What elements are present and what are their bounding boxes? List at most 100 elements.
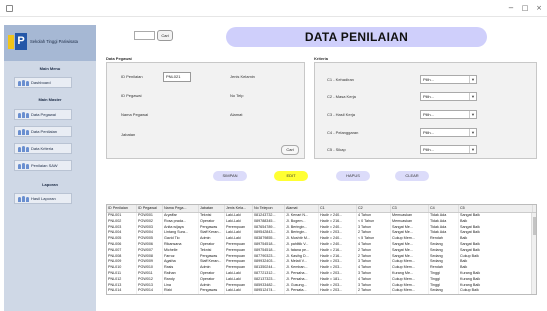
table-cell: Rizki	[163, 288, 199, 294]
search-input[interactable]	[134, 31, 155, 40]
c3-value: Pilih...	[423, 112, 434, 117]
sidebar-item-dashboard[interactable]: Dashboard	[14, 77, 72, 88]
table-cell: Jl. Persata...	[285, 288, 319, 294]
c4-select[interactable]: Pilih... ▼	[420, 128, 477, 137]
main-master-label: Main Master	[38, 97, 62, 102]
column-header[interactable]: Nama Pega...	[163, 205, 199, 212]
edit-button[interactable]: EDIT	[274, 171, 308, 181]
nama-pegawai-label: Nama Pegawai	[121, 112, 149, 117]
id-pegawai-label: ID Pegawai	[121, 93, 142, 98]
column-header[interactable]: C4	[429, 205, 459, 212]
c2-label: C2 - Masa Kerja	[327, 94, 356, 99]
sidebar-item-label: Data Pegawai	[31, 112, 56, 117]
no-telp-label: No Telp	[230, 93, 244, 98]
id-penilaian-field[interactable]: PNL021	[163, 72, 191, 82]
users-icon	[18, 79, 29, 86]
logo-icon	[8, 35, 14, 49]
users-icon	[18, 195, 29, 202]
sidebar-item-penilaian-saw[interactable]: Penilaian SAW	[14, 160, 72, 171]
minimize-button[interactable]: −	[505, 3, 517, 13]
main-content: Cari DATA PENILAIAN Data Pegawai ID Peni…	[100, 17, 547, 311]
cari-pegawai-button[interactable]: Cari	[281, 145, 299, 155]
table-cell: PGW014	[137, 288, 163, 294]
sidebar-item-label: Data Penilaian	[31, 129, 58, 134]
laporan-label: Laporan	[42, 182, 58, 187]
sidebar-item-label: Dashboard	[31, 80, 51, 85]
page-title: DATA PENILAIAN	[226, 27, 487, 47]
sidebar-item-data-pegawai[interactable]: Data Pegawai	[14, 109, 72, 120]
kriteria-panel: C1 - Kehadiran Pilih... ▼ C2 - Masa Kerj…	[314, 62, 537, 159]
c2-value: Pilih...	[423, 94, 434, 99]
table-cell: 2 Tahun	[357, 288, 391, 294]
main-menu-label: Main Menu	[39, 66, 61, 71]
chevron-down-icon: ▼	[469, 76, 476, 83]
column-header[interactable]: C3	[391, 205, 429, 212]
chevron-down-icon: ▼	[469, 146, 476, 153]
penilaian-table: ID Penilaian ID Pegawai Nama Pega... Jabata…	[106, 204, 537, 295]
table-body: PNL001 PGW001 Aryaffar Teknisi Laki-Laki 0812…	[107, 213, 536, 294]
column-header[interactable]: C1	[319, 205, 357, 212]
scrollbar-thumb[interactable]	[533, 217, 536, 235]
jenis-kelamin-label: Jenis Kelamin	[230, 74, 255, 79]
table-cell: Hadir = 203...	[319, 288, 357, 294]
table-row[interactable]: PNL014 PGW014 Rizki Pengawas Laki-Laki 089512…	[107, 288, 536, 294]
sidebar-item-label: Penilaian SAW	[31, 163, 58, 168]
chevron-down-icon: ▼	[469, 129, 476, 136]
column-header[interactable]: ID Penilaian	[107, 205, 137, 212]
column-header[interactable]: C2	[357, 205, 391, 212]
sidebar-header: P Sekolah Tinggi Pariwisata	[4, 25, 96, 61]
column-header[interactable]: Alamat	[285, 205, 319, 212]
sidebar-item-label: Data Kriteria	[31, 146, 54, 151]
column-header[interactable]: C5	[459, 205, 533, 212]
users-icon	[18, 145, 29, 152]
logo-p-icon: P	[15, 33, 27, 50]
table-cell: Pengawas	[199, 288, 225, 294]
table-cell: Sedang	[429, 288, 459, 294]
sidebar-item-data-penilaian[interactable]: Data Penilaian	[14, 126, 72, 137]
table-cell: Cukup Baik	[459, 288, 533, 294]
app-icon	[6, 5, 13, 12]
chevron-down-icon: ▼	[469, 93, 476, 100]
c1-label: C1 - Kehadiran	[327, 77, 354, 82]
chevron-down-icon: ▼	[469, 111, 476, 118]
sidebar: P Sekolah Tinggi Pariwisata Main Menu Da…	[4, 25, 96, 311]
users-icon	[18, 162, 29, 169]
simpan-button[interactable]: SIMPAN	[213, 171, 247, 181]
c2-select[interactable]: Pilih... ▼	[420, 92, 477, 101]
kriteria-label: Kriteria	[314, 56, 329, 61]
c4-value: Pilih...	[423, 130, 434, 135]
sidebar-item-label: Hasil Laporan	[31, 196, 56, 201]
column-header[interactable]: Jenis Kela...	[225, 205, 253, 212]
column-header[interactable]: Jabatan	[199, 205, 225, 212]
window-titlebar: − □ ×	[0, 0, 547, 17]
c3-label: C3 - Hasil Kerja	[327, 112, 356, 117]
c5-select[interactable]: Pilih... ▼	[420, 145, 477, 154]
c3-select[interactable]: Pilih... ▼	[420, 110, 477, 119]
data-pegawai-panel: ID Penilaian PNL021 Jenis Kelamin ID Peg…	[106, 62, 305, 159]
close-button[interactable]: ×	[533, 3, 545, 13]
jabatan-label: Jabatan	[121, 132, 136, 137]
sidebar-item-hasil-laporan[interactable]: Hasil Laporan	[14, 193, 72, 204]
maximize-button[interactable]: □	[519, 3, 531, 13]
column-header[interactable]: ID Pegawai	[137, 205, 163, 212]
table-scrollbar[interactable]	[531, 213, 536, 294]
alamat-label: Alamat	[230, 112, 243, 117]
table-cell: Cukup Mem...	[391, 288, 429, 294]
table-cell: Laki-Laki	[225, 288, 253, 294]
c5-value: Pilih...	[423, 147, 434, 152]
users-icon	[18, 111, 29, 118]
clear-button[interactable]: CLEAR	[395, 171, 429, 181]
c5-label: C5 - Sikap	[327, 147, 346, 152]
column-header[interactable]: No Telepon	[253, 205, 285, 212]
search-button[interactable]: Cari	[157, 30, 173, 41]
table-header: ID Penilaian ID Pegawai Nama Pega... Jabata…	[107, 205, 536, 213]
c1-select[interactable]: Pilih... ▼	[420, 75, 477, 84]
table-cell: PNL014	[107, 288, 137, 294]
sidebar-title: Sekolah Tinggi Pariwisata	[30, 39, 78, 44]
table-cell: 089512474...	[253, 288, 285, 294]
c4-label: C4 - Pelanggaran	[327, 130, 359, 135]
sidebar-item-data-kriteria[interactable]: Data Kriteria	[14, 143, 72, 154]
id-penilaian-label: ID Penilaian	[121, 74, 143, 79]
c1-value: Pilih...	[423, 77, 434, 82]
hapus-button[interactable]: HAPUS	[336, 171, 370, 181]
